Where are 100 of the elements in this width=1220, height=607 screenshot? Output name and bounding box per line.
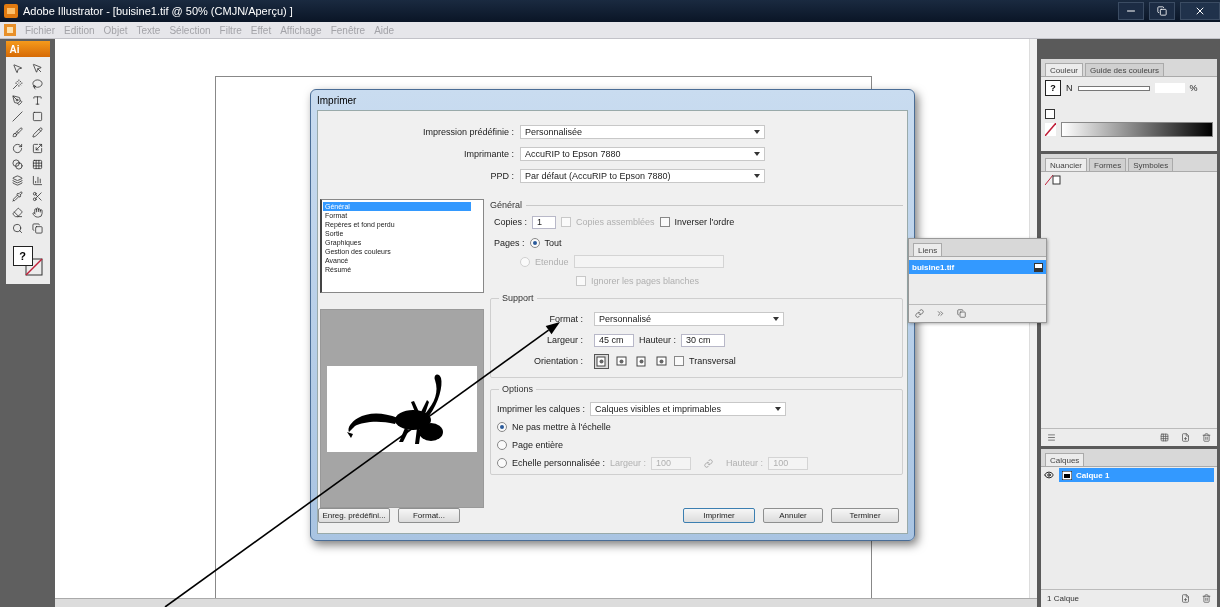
caret-icon [754, 174, 760, 178]
rotate-icon [12, 143, 23, 154]
layer-name: Calque 1 [1076, 470, 1110, 480]
tool-button[interactable] [29, 205, 46, 220]
layers-dropdown[interactable]: Calques visibles et imprimables [590, 402, 787, 416]
restore-icon [1157, 6, 1167, 16]
radio-button[interactable] [497, 440, 507, 450]
radio-button[interactable] [497, 458, 507, 468]
radio-label: Ne pas mettre à l'échelle [512, 422, 611, 432]
field-label: PPD : [489, 171, 515, 181]
radio-label: Echelle personnalisée : [512, 458, 606, 468]
dialog-button[interactable]: Format... [398, 508, 460, 523]
orientation-button[interactable] [634, 353, 649, 369]
tool-button[interactable] [9, 173, 26, 188]
field-label: Hauteur : [639, 335, 677, 345]
app-icon [4, 4, 18, 18]
dialog-button[interactable]: Terminer [831, 508, 899, 523]
width-field[interactable]: 45 cm [594, 333, 634, 347]
tool-button[interactable] [9, 157, 26, 172]
page-icon [636, 355, 647, 367]
copies-field[interactable]: 1 [532, 215, 557, 229]
field-label: Largeur : [610, 458, 647, 468]
rectangle-icon [32, 111, 43, 122]
hand-icon [32, 207, 43, 218]
panel-tab[interactable]: Guide des couleurs [1085, 63, 1164, 76]
field-label: Format : [548, 314, 584, 324]
height-field[interactable]: 30 cm [681, 333, 726, 347]
pointer-icon [32, 63, 43, 74]
restore-button[interactable] [1149, 2, 1175, 20]
fill-stroke-widget[interactable]: ? [10, 244, 45, 278]
dropdown-value: Personnalisée [525, 127, 583, 137]
new-layer-icon [1181, 594, 1190, 603]
dialog-title: Imprimer [317, 93, 358, 108]
panel-tab[interactable]: Formes [1089, 158, 1127, 171]
slider-track[interactable] [1077, 85, 1150, 91]
group-title: Support [499, 293, 537, 303]
minimize-button[interactable] [1118, 2, 1144, 20]
pages-icon [32, 223, 43, 234]
eyedropper-icon [12, 191, 23, 202]
tool-button[interactable] [9, 205, 26, 220]
caret-icon [754, 130, 760, 134]
radio-button[interactable] [497, 422, 507, 432]
orientation-button[interactable] [654, 353, 669, 369]
stroke-swatch-icon [1045, 109, 1055, 119]
tool-button[interactable] [29, 221, 46, 236]
panel-tab[interactable]: Calques [1045, 453, 1085, 466]
window-title: Adobe Illustrator - [buisine1.tif @ 50% (CMJN/Aperçu) ] [23, 5, 294, 17]
section-title: Général [490, 200, 523, 210]
delete-icon [1202, 594, 1211, 603]
arrow-icon [12, 63, 23, 74]
panel-tab[interactable]: Symboles [1128, 158, 1174, 171]
fill-swatch: ? [12, 246, 33, 266]
eye-icon [1044, 470, 1054, 480]
scissors-icon [32, 191, 43, 202]
checkbox[interactable] [674, 356, 684, 366]
pencil-icon [32, 127, 43, 138]
radio-button[interactable] [529, 237, 540, 248]
range-field[interactable] [573, 255, 724, 268]
dialog-button[interactable]: Enreg. prédéfini... [318, 508, 390, 523]
dropdown[interactable]: Personnalisée [520, 125, 765, 139]
tool-button[interactable] [9, 189, 26, 204]
field-label: Copies : [494, 217, 528, 227]
caret-icon [773, 317, 779, 321]
field-label: Imprimer les calques : [497, 404, 586, 414]
document-icon [4, 24, 16, 36]
page-icon [596, 355, 607, 367]
tool-button[interactable] [9, 109, 26, 124]
panel-tab[interactable]: Liens [913, 243, 943, 256]
line-icon [12, 111, 23, 122]
dropdown-value: AccuRIP to Epson 7880 [525, 149, 621, 159]
orientation-button[interactable] [594, 353, 609, 369]
new-swatch-icon [1181, 433, 1190, 442]
eraser-icon [12, 207, 23, 218]
swatch-icon [1045, 175, 1061, 185]
dropdown[interactable]: AccuRIP to Epson 7880 [520, 147, 765, 161]
type-icon [32, 95, 43, 106]
dropdown[interactable]: Par défaut (AccuRIP to Epson 7880) [520, 169, 765, 183]
radio-label: Etendue [535, 256, 569, 267]
dialog-button[interactable]: Annuler [763, 508, 823, 523]
tool-button[interactable] [29, 77, 46, 92]
none-swatch-icon [1045, 123, 1056, 136]
panel-tab[interactable]: Couleur [1045, 63, 1083, 76]
unit-label: % [1189, 83, 1198, 93]
field-label: Impression prédéfinie : [421, 127, 515, 137]
fill-swatch: ? [1045, 80, 1061, 96]
link-icon [704, 458, 714, 468]
checkbox-label: Transversal [689, 356, 736, 366]
pen-icon [12, 95, 23, 106]
grid-icon [32, 159, 43, 170]
tool-button[interactable] [29, 125, 46, 140]
app-badge: Ai [5, 41, 50, 57]
panel-tab[interactable]: Nuancier [1045, 158, 1087, 171]
chart-icon [32, 175, 43, 186]
format-dropdown[interactable]: Personnalisé [594, 312, 784, 326]
checkbox[interactable] [659, 217, 670, 227]
tool-button[interactable] [9, 125, 26, 140]
dropdown-value: Calques visibles et imprimables [595, 404, 722, 414]
default-button[interactable]: Imprimer [683, 508, 755, 523]
radio-label: Page entière [512, 440, 564, 450]
orientation-button[interactable] [614, 353, 629, 369]
